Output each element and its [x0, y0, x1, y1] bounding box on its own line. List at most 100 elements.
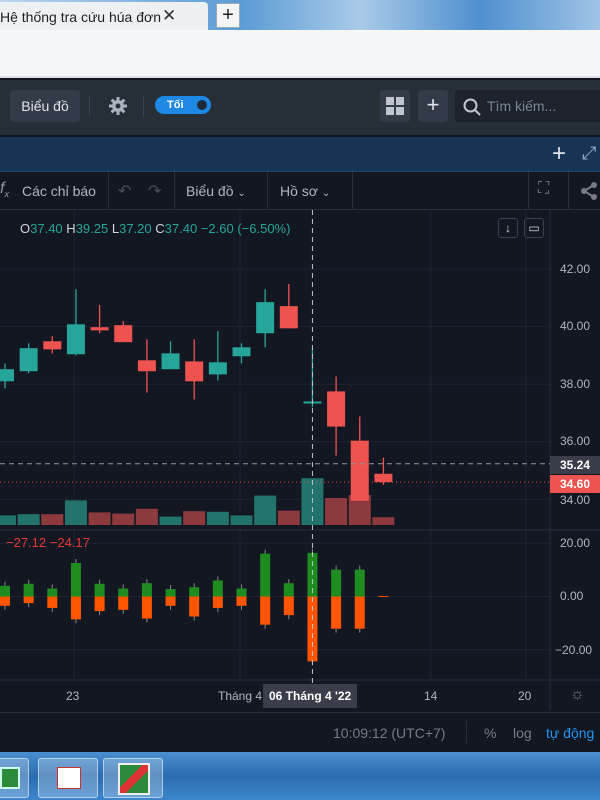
undo-icon[interactable]: ↶ [118, 181, 131, 201]
volume-bar [254, 495, 277, 525]
volume-bar [0, 515, 16, 525]
time-tick: 23 [66, 689, 80, 703]
windows-taskbar [0, 752, 600, 800]
chart-tabs-bar: + ⤢ [0, 137, 600, 172]
osc-negative-bar [331, 596, 342, 629]
toggle-knob [195, 98, 209, 112]
profile-menu[interactable]: Hồ sơ ⌄ [280, 183, 330, 199]
osc-tick: 0.00 [560, 589, 584, 603]
expand-icon[interactable]: ⤢ [582, 143, 596, 164]
close-tab-icon[interactable]: ✕ [162, 6, 176, 26]
high-value: 39.25 [75, 221, 109, 236]
divider [528, 172, 529, 210]
volume-bar [17, 514, 40, 525]
candle-body [90, 327, 109, 331]
chart-type-menu[interactable]: Biểu đồ ⌄ [186, 183, 246, 199]
low-value: 37.20 [119, 221, 152, 236]
osc-negative-bar [354, 596, 365, 629]
candle-body [114, 325, 133, 343]
ohlc-legend: O37.40 H39.25 L37.20 C37.40 −2.60 (−6.50… [20, 221, 290, 236]
app-icon [118, 763, 150, 795]
osc-positive-bar [23, 583, 34, 597]
clock: 10:09:12 (UTC+7) [333, 725, 446, 741]
taskbar-unikey[interactable] [38, 758, 98, 798]
divider [267, 172, 268, 210]
osc-negative-bar [260, 596, 271, 625]
search-input[interactable]: Tìm kiếm... [455, 90, 600, 122]
gear-icon[interactable] [108, 96, 128, 116]
candle-body [0, 369, 14, 382]
osc-positive-bar [70, 562, 81, 597]
crosshair-date-label: 06 Tháng 4 '22 [263, 684, 358, 708]
osc-positive-bar [118, 588, 129, 597]
volume-bar [206, 511, 229, 525]
settings-sun-icon[interactable]: ☼ [570, 686, 585, 704]
osc-negative-bar [212, 596, 223, 608]
fullscreen-icon[interactable]: ⛶ [538, 180, 549, 198]
taskbar-app[interactable] [103, 758, 163, 798]
osc-negative-bar [283, 596, 294, 616]
candle-body [161, 353, 180, 370]
fx-icon: fx [0, 180, 9, 200]
osc-tick: 20.00 [560, 536, 591, 550]
candle-body [327, 391, 346, 427]
price-tick: 38.00 [560, 377, 591, 391]
chart-button[interactable]: Biểu đồ [10, 90, 80, 122]
high-label: H [66, 221, 76, 236]
volume-bar [325, 498, 348, 525]
chart-canvas[interactable] [0, 210, 600, 712]
divider [352, 172, 353, 210]
osc-negative-bar [47, 596, 58, 608]
volume-bar [277, 510, 300, 525]
volume-bar [41, 514, 64, 525]
add-chart-button[interactable]: + [418, 90, 448, 122]
time-tick: 20 [518, 689, 532, 703]
log-scale-button[interactable]: log [513, 725, 532, 741]
osc-positive-bar [236, 588, 247, 597]
low-label: L [111, 221, 120, 236]
divider [89, 96, 90, 116]
new-tab-button[interactable]: + [216, 3, 240, 28]
maximize-pane-button[interactable]: ▭ [524, 218, 544, 238]
osc-negative-bar [141, 596, 152, 619]
candle-body [137, 360, 156, 372]
osc-positive-bar [47, 588, 58, 597]
osc-positive-bar [212, 580, 223, 597]
candle-body [374, 473, 393, 483]
osc-positive-bar [283, 583, 294, 597]
excel-icon [0, 767, 20, 789]
candle-body [279, 306, 298, 329]
candle-body [19, 348, 38, 372]
divider [143, 96, 144, 116]
theme-toggle[interactable]: Tối [155, 96, 211, 114]
osc-negative-bar [165, 596, 176, 606]
candle-body [256, 302, 275, 334]
candle-body [185, 361, 204, 382]
volume-bar [64, 500, 87, 525]
divider [568, 172, 569, 210]
taskbar-excel[interactable] [0, 758, 29, 798]
indicators-button[interactable]: Các chỉ báo [22, 183, 96, 199]
osc-positive-bar [0, 585, 10, 597]
osc-positive-bar [189, 587, 200, 597]
theme-toggle-label: Tối [167, 99, 184, 111]
auto-scale-button[interactable]: tự động [546, 725, 594, 741]
chart-type-label: Biểu đồ [186, 183, 234, 199]
close-label: C [155, 221, 165, 236]
share-icon[interactable] [580, 182, 598, 200]
osc-positive-bar [260, 553, 271, 597]
osc-negative-bar [94, 596, 105, 612]
search-placeholder: Tìm kiếm... [487, 98, 557, 114]
redo-icon[interactable]: ↷ [148, 181, 161, 201]
search-icon [463, 98, 481, 116]
download-arrow-button[interactable]: ↓ [498, 218, 518, 238]
osc-value-1: −27.12 [6, 535, 47, 550]
layout-grid-button[interactable] [380, 90, 410, 122]
oscillator-legend: −27.12 −24.17 [6, 535, 90, 550]
browser-tab[interactable]: Hệ thống tra cứu húa đơn ✕ [0, 2, 208, 30]
add-tab-plus-icon[interactable]: + [552, 140, 566, 168]
last-price-label: 34.60 [550, 475, 600, 493]
percent-scale-button[interactable]: % [484, 725, 496, 741]
browser-address-area [0, 30, 600, 78]
osc-negative-bar [236, 596, 247, 606]
